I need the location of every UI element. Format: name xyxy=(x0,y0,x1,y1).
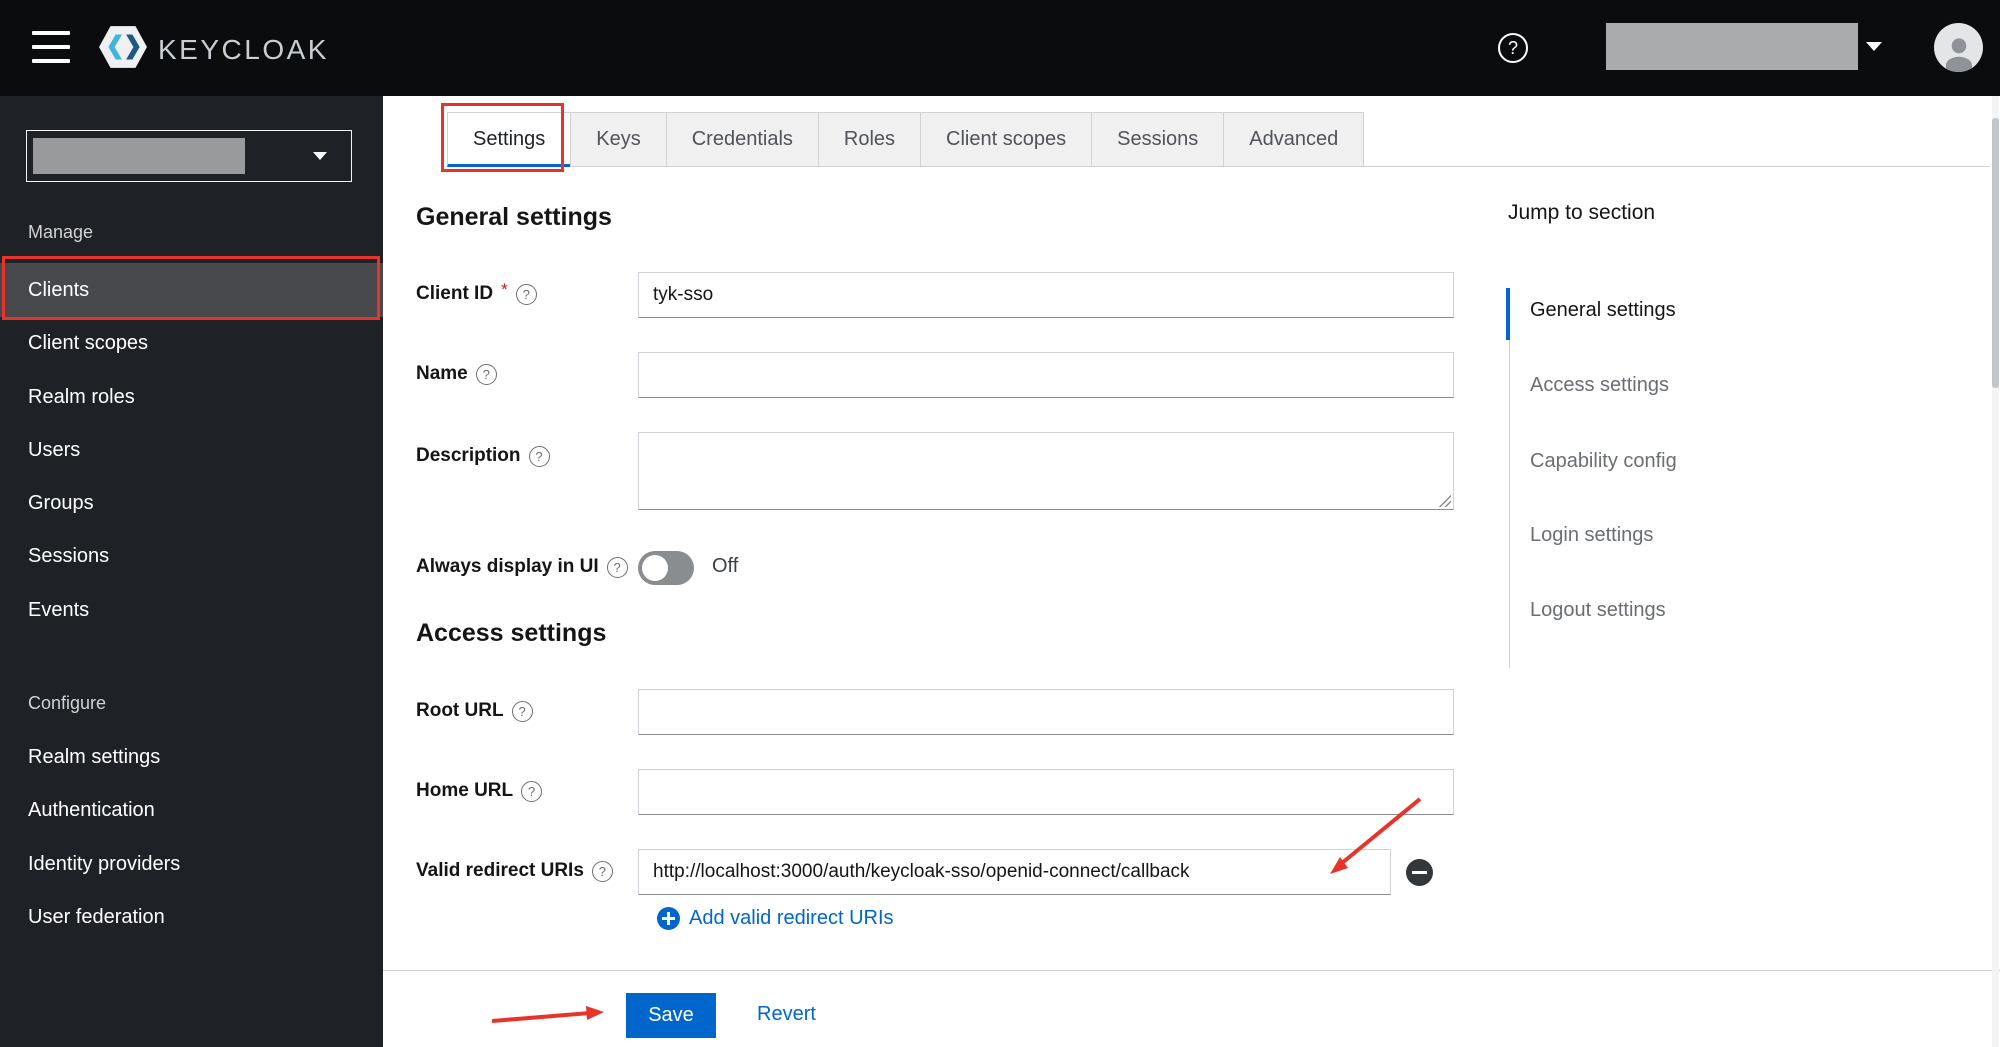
valid-redirect-uris-label: Valid redirect URIs ? xyxy=(416,860,613,882)
required-asterisk: * xyxy=(501,280,508,299)
realm-selector-dropdown[interactable] xyxy=(26,130,352,182)
plus-circle-icon xyxy=(657,907,680,930)
user-menu-redacted-block[interactable] xyxy=(1606,23,1858,70)
client-detail-tabs: Settings Keys Credentials Roles Client s… xyxy=(447,112,1365,167)
client-id-input[interactable] xyxy=(638,272,1454,318)
always-display-toggle[interactable] xyxy=(638,551,694,585)
sidebar-item-identity-providers[interactable]: Identity providers xyxy=(0,837,383,891)
revert-button[interactable]: Revert xyxy=(757,1003,816,1026)
sidebar-section-manage: Manage xyxy=(28,222,94,242)
hamburger-menu-icon[interactable] xyxy=(32,31,70,64)
top-header-bar: KEYCLOAK ? xyxy=(0,0,2000,96)
help-icon[interactable]: ? xyxy=(1498,33,1528,63)
jump-active-indicator xyxy=(1506,288,1510,340)
footer-divider xyxy=(383,970,2000,971)
brand-wordmark: KEYCLOAK xyxy=(158,33,329,65)
jump-to-section-title: Jump to section xyxy=(1508,201,1656,224)
sidebar-item-users[interactable]: Users xyxy=(0,423,383,477)
question-circle-icon[interactable]: ? xyxy=(591,860,613,882)
always-display-label: Always display in UI ? xyxy=(416,556,628,578)
chevron-down-icon[interactable] xyxy=(1866,42,1882,51)
minus-circle-icon[interactable] xyxy=(1406,859,1433,886)
toggle-knob xyxy=(642,555,668,581)
keycloak-admin-console: KEYCLOAK ? Manage Clients Client scopes … xyxy=(0,0,2000,1047)
jump-item-login-settings[interactable]: Login settings xyxy=(1530,524,1653,547)
chevron-down-icon xyxy=(313,152,327,160)
sidebar-item-sessions[interactable]: Sessions xyxy=(0,529,383,583)
add-redirect-uri-button[interactable]: Add valid redirect URIs xyxy=(657,907,894,930)
question-circle-icon[interactable]: ? xyxy=(475,363,497,385)
root-url-input[interactable] xyxy=(638,689,1454,735)
general-settings-heading: General settings xyxy=(416,203,612,231)
client-id-label: Client ID * ? xyxy=(416,280,537,305)
sidebar-item-authentication[interactable]: Authentication xyxy=(0,783,383,837)
sidebar-item-realm-settings[interactable]: Realm settings xyxy=(0,730,383,784)
valid-redirect-uri-input[interactable] xyxy=(638,849,1391,895)
tab-settings[interactable]: Settings xyxy=(447,112,572,167)
jump-nav-rule xyxy=(1509,288,1510,668)
tab-credentials[interactable]: Credentials xyxy=(665,112,819,167)
sidebar-item-user-federation[interactable]: User federation xyxy=(0,890,383,944)
sidebar-item-realm-roles[interactable]: Realm roles xyxy=(0,370,383,424)
question-circle-icon[interactable]: ? xyxy=(511,700,533,722)
tab-advanced[interactable]: Advanced xyxy=(1223,112,1365,167)
description-label: Description ? xyxy=(416,445,550,467)
jump-item-access-settings[interactable]: Access settings xyxy=(1530,374,1669,397)
question-circle-icon[interactable]: ? xyxy=(521,780,543,802)
tab-keys[interactable]: Keys xyxy=(570,112,667,167)
annotation-arrow-save-button xyxy=(491,1006,604,1023)
question-circle-icon[interactable]: ? xyxy=(606,556,628,578)
tab-sessions[interactable]: Sessions xyxy=(1091,112,1225,167)
name-label: Name ? xyxy=(416,363,497,385)
sidebar-item-client-scopes[interactable]: Client scopes xyxy=(0,316,383,370)
name-input[interactable] xyxy=(638,352,1454,398)
sidebar-item-groups[interactable]: Groups xyxy=(0,476,383,530)
description-textarea[interactable] xyxy=(638,432,1454,510)
home-url-input[interactable] xyxy=(638,769,1454,815)
realm-name-redacted-block xyxy=(33,138,245,174)
keycloak-logo[interactable]: KEYCLOAK xyxy=(98,22,329,77)
jump-item-capability-config[interactable]: Capability config xyxy=(1530,450,1677,473)
toggle-state-label: Off xyxy=(712,555,739,577)
tab-roles[interactable]: Roles xyxy=(817,112,922,167)
home-url-label: Home URL ? xyxy=(416,780,543,802)
user-avatar-icon[interactable] xyxy=(1934,23,1983,72)
access-settings-heading: Access settings xyxy=(416,619,607,647)
sidebar-section-configure: Configure xyxy=(28,693,107,713)
sidebar-item-events[interactable]: Events xyxy=(0,583,383,637)
sidebar-item-clients[interactable]: Clients xyxy=(0,263,383,317)
jump-item-logout-settings[interactable]: Logout settings xyxy=(1530,599,1666,622)
save-button[interactable]: Save xyxy=(626,993,716,1038)
sidebar-nav: Manage Clients Client scopes Realm roles… xyxy=(0,96,383,1047)
question-circle-icon[interactable]: ? xyxy=(515,283,537,305)
scrollbar-thumb[interactable] xyxy=(1992,118,1999,388)
keycloak-logo-icon xyxy=(98,22,148,77)
tab-client-scopes[interactable]: Client scopes xyxy=(920,112,1093,167)
root-url-label: Root URL ? xyxy=(416,700,533,722)
question-circle-icon[interactable]: ? xyxy=(528,445,550,467)
jump-item-general-settings[interactable]: General settings xyxy=(1530,299,1676,322)
